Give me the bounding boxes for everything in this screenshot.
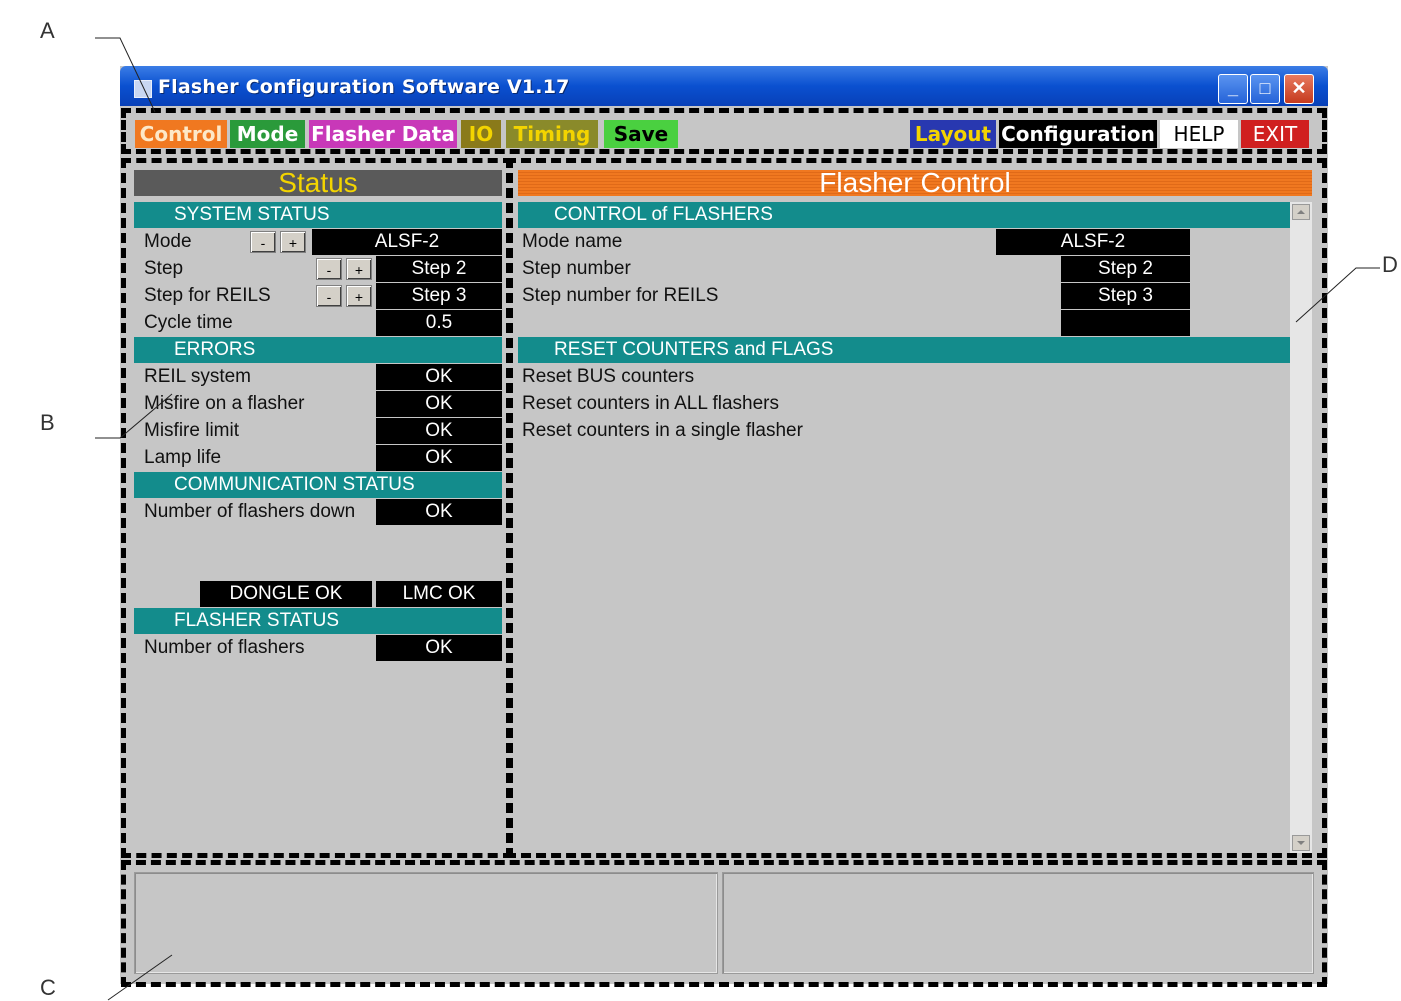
control-region-outline — [506, 158, 1327, 858]
toolbar-region-outline — [121, 108, 1327, 154]
status-region-outline — [121, 158, 513, 858]
callout-b-label: B — [40, 410, 55, 435]
app-icon — [134, 80, 152, 98]
minimize-button[interactable]: _ — [1218, 74, 1248, 104]
maximize-button[interactable]: □ — [1250, 74, 1280, 104]
close-button[interactable]: ✕ — [1284, 74, 1314, 104]
window-title: Flasher Configuration Software V1.17 — [158, 76, 570, 98]
callout-d-label: D — [1382, 252, 1398, 277]
callout-c-label: C — [40, 975, 56, 1000]
callout-a-label: A — [40, 18, 55, 43]
title-bar[interactable]: Flasher Configuration Software V1.17 _ □… — [120, 66, 1328, 106]
bottom-region-outline — [121, 860, 1327, 987]
